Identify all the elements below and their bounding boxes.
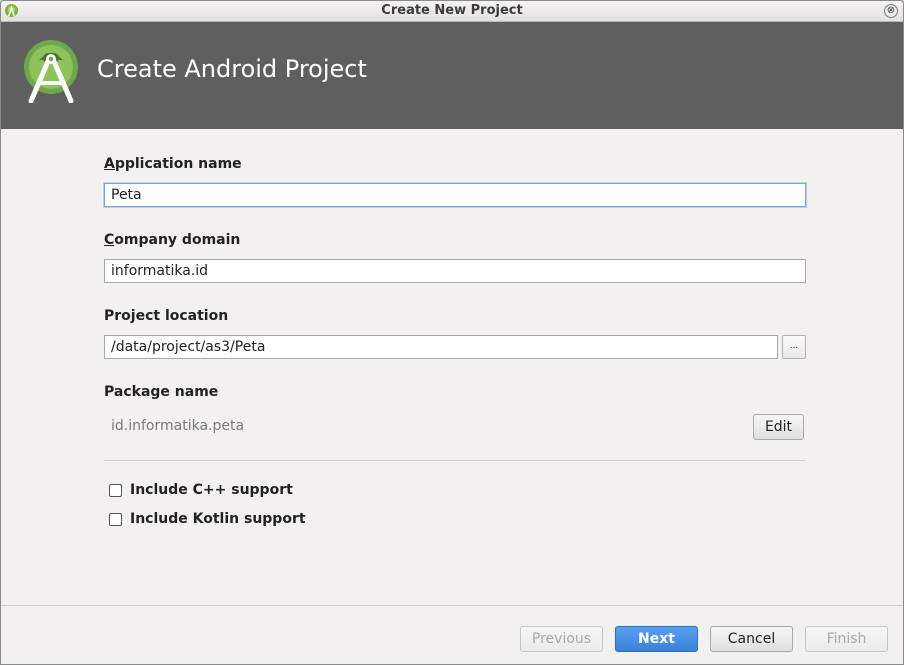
footer-divider: [1, 605, 903, 606]
android-studio-logo: [24, 40, 78, 103]
project-location-input[interactable]: [104, 335, 778, 359]
window-title: Create New Project: [381, 3, 523, 18]
app-name-accesskey: A: [104, 156, 115, 172]
previous-button[interactable]: Previous: [520, 626, 603, 652]
package-name-value: id.informatika.peta: [111, 418, 245, 434]
app-name-label: Application name: [104, 156, 242, 172]
company-domain-input[interactable]: [104, 259, 806, 283]
close-icon[interactable]: ⊗: [884, 4, 898, 18]
finish-button[interactable]: Finish: [805, 626, 888, 652]
package-name-label: Package name: [104, 384, 219, 400]
edit-package-button[interactable]: Edit: [753, 414, 804, 440]
cpp-support-label[interactable]: Include C++ support: [130, 482, 293, 498]
header-title: Create Android Project: [97, 55, 367, 83]
header-banner: Create Android Project: [1, 22, 903, 129]
app-name-input[interactable]: [104, 183, 806, 207]
company-domain-accesskey: C: [104, 232, 115, 248]
app-name-label-text: pplication name: [114, 156, 242, 172]
title-bar: Create New Project ⊗: [1, 1, 903, 22]
company-domain-label: Company domain: [104, 232, 240, 248]
next-button[interactable]: Next: [615, 626, 698, 652]
cancel-button[interactable]: Cancel: [710, 626, 793, 652]
kotlin-support-label[interactable]: Include Kotlin support: [130, 511, 306, 527]
project-location-label: Project location: [104, 308, 229, 324]
cpp-support-checkbox[interactable]: [109, 484, 122, 497]
create-project-window: Create New Project ⊗ Create Android Proj…: [0, 0, 904, 665]
browse-button[interactable]: ...: [782, 335, 806, 359]
divider: [104, 460, 806, 461]
company-domain-label-text: ompany domain: [114, 232, 241, 248]
kotlin-support-checkbox[interactable]: [109, 513, 122, 526]
